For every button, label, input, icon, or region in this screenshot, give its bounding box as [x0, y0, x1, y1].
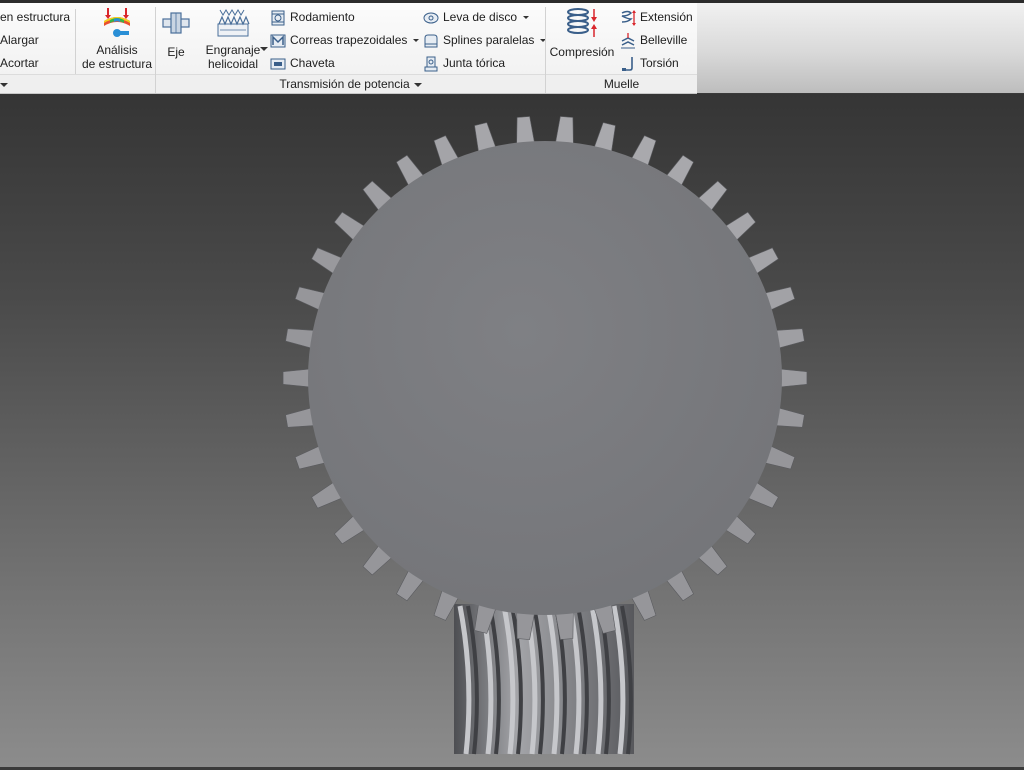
- ribbon-item-lengthen[interactable]: Alargar: [0, 30, 39, 50]
- o-ring-icon: [424, 56, 438, 72]
- torsion-spring-icon: [622, 56, 633, 71]
- v-belts-button[interactable]: Correas trapezoidales: [270, 30, 420, 50]
- chevron-down-icon[interactable]: [260, 47, 268, 51]
- parallel-splines-label: Splines paralelas: [443, 33, 535, 47]
- ribbon: en estructura Alargar Acortar Análisis d…: [0, 3, 697, 94]
- o-ring-label: Junta tórica: [443, 56, 506, 70]
- frame-analysis-label-1: Análisis: [96, 43, 138, 57]
- v-belts-icon: [270, 34, 286, 48]
- worm-gear-button[interactable]: Engranaje helicoidal: [200, 7, 268, 71]
- parallel-splines-icon: [424, 34, 438, 48]
- panel-title: Muelle: [603, 77, 640, 91]
- graphics-viewport[interactable]: [0, 94, 1024, 767]
- panel-structure-footer[interactable]: [0, 74, 155, 93]
- panel-power-transmission-footer[interactable]: Transmisión de potencia: [156, 74, 545, 93]
- belleville-label: Belleville: [640, 33, 688, 47]
- disc-cam-label: Leva de disco: [443, 10, 518, 24]
- frame-analysis-button[interactable]: Análisis de estructura: [80, 7, 154, 71]
- bearing-button[interactable]: Rodamiento: [270, 7, 355, 27]
- disc-cam-icon: [423, 12, 439, 24]
- compression-spring-button[interactable]: Compresión: [548, 7, 616, 59]
- ribbon-item-insert-structure[interactable]: en estructura: [0, 7, 70, 27]
- extension-spring-button[interactable]: Extensión: [620, 7, 693, 27]
- chevron-down-icon: [0, 82, 8, 87]
- torsion-label: Torsión: [640, 56, 679, 70]
- ribbon-item-shorten[interactable]: Acortar: [0, 53, 39, 73]
- shaft-icon: [162, 12, 190, 34]
- shaft-button[interactable]: Eje: [158, 7, 194, 59]
- parallel-splines-button[interactable]: Splines paralelas: [423, 30, 547, 50]
- chevron-down-icon[interactable]: [413, 39, 420, 43]
- bearing-icon: [271, 10, 285, 26]
- frame-analysis-label-2: de estructura: [81, 57, 153, 71]
- extension-label: Extensión: [640, 10, 693, 24]
- key-button[interactable]: Chaveta: [270, 53, 335, 73]
- extension-spring-icon: [621, 9, 636, 26]
- compression-spring-icon: [567, 8, 597, 37]
- belleville-spring-button[interactable]: Belleville: [620, 30, 687, 50]
- ribbon-empty-area: [697, 3, 1024, 93]
- worm-gear-icon: [217, 9, 250, 37]
- belleville-spring-icon: [621, 32, 635, 49]
- panel-power-transmission: Eje Engranaje helicoidal Rodamiento Corr…: [156, 3, 547, 93]
- panel-spring-footer[interactable]: Muelle: [546, 74, 697, 93]
- panel-title: Transmisión de potencia: [279, 77, 410, 91]
- torsion-spring-button[interactable]: Torsión: [620, 53, 679, 73]
- ribbon-item-label: en estructura: [0, 10, 71, 24]
- worm-wheel: [282, 116, 808, 640]
- ribbon-item-label: Alargar: [0, 33, 39, 47]
- chevron-down-icon[interactable]: [523, 16, 530, 20]
- gear-assembly-model: [282, 116, 808, 755]
- gear-face: [308, 141, 782, 615]
- ribbon-item-label: Acortar: [0, 56, 39, 70]
- panel-spring: Compresión Extensión Belleville Torsión …: [546, 3, 697, 93]
- key-label: Chaveta: [290, 56, 335, 70]
- panel-structure: en estructura Alargar Acortar Análisis d…: [0, 3, 155, 93]
- worm-gear-label-2: helicoidal: [207, 57, 259, 71]
- chevron-down-icon: [413, 82, 422, 87]
- shaft-label: Eje: [167, 45, 185, 59]
- key-icon: [270, 58, 286, 70]
- disc-cam-button[interactable]: Leva de disco: [423, 7, 530, 27]
- worm-gear-label-1: Engranaje: [205, 43, 261, 57]
- divider: [75, 9, 76, 75]
- o-ring-button[interactable]: Junta tórica: [423, 53, 505, 73]
- v-belts-label: Correas trapezoidales: [290, 33, 408, 47]
- frame-analysis-icon: [104, 8, 130, 37]
- bearing-label: Rodamiento: [290, 10, 355, 24]
- compression-label: Compresión: [549, 45, 615, 59]
